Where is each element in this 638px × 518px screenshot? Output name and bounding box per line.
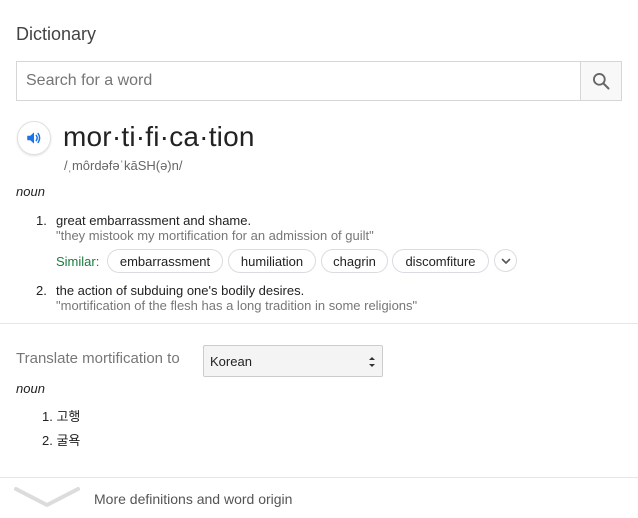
speaker-icon — [27, 132, 41, 144]
selected-language: Korean — [210, 353, 252, 369]
expand-similar-button[interactable] — [494, 249, 517, 272]
definition-text: great embarrassment and shame. — [56, 213, 252, 228]
similar-chip-humiliation[interactable]: humiliation — [228, 249, 316, 273]
select-arrows-icon — [369, 357, 375, 367]
search-button[interactable] — [580, 62, 621, 100]
translation-item: 1. 고행 — [42, 409, 81, 424]
phonetic-spelling: /ˌmôrdəfəˈkāSH(ə)n/ — [64, 158, 183, 173]
definition-example: "they mistook my mortification for an ad… — [56, 228, 374, 243]
footer-divider — [0, 477, 638, 478]
translation-part-of-speech: noun — [16, 381, 45, 396]
similar-label: Similar: — [56, 254, 100, 269]
pronunciation-button[interactable] — [17, 121, 51, 155]
dictionary-title: Dictionary — [16, 24, 97, 44]
search-input[interactable] — [17, 62, 581, 100]
section-divider — [0, 323, 638, 324]
expand-chevron-icon[interactable] — [14, 486, 80, 510]
similar-chip-chagrin[interactable]: chagrin — [321, 249, 388, 273]
similar-chip-discomfiture[interactable]: discomfiture — [392, 249, 489, 273]
definition-number: 2. — [36, 283, 47, 298]
search-icon — [593, 73, 610, 90]
part-of-speech: noun — [16, 184, 45, 199]
translation-item: 2. 굴욕 — [42, 433, 81, 448]
similar-chip-embarrassment[interactable]: embarrassment — [107, 249, 223, 273]
headword: mor·ti·fi·ca·tion — [63, 121, 255, 152]
chevron-down-icon — [501, 258, 510, 264]
more-definitions-link[interactable]: More definitions and word origin — [94, 491, 292, 507]
search-box — [16, 61, 622, 101]
definition-number: 1. — [36, 213, 47, 228]
definition-example: "mortification of the flesh has a long t… — [56, 298, 418, 313]
language-select[interactable]: Korean — [203, 345, 383, 377]
translate-label: Translate mortification to — [16, 350, 180, 367]
definition-text: the action of subduing one's bodily desi… — [56, 283, 305, 298]
